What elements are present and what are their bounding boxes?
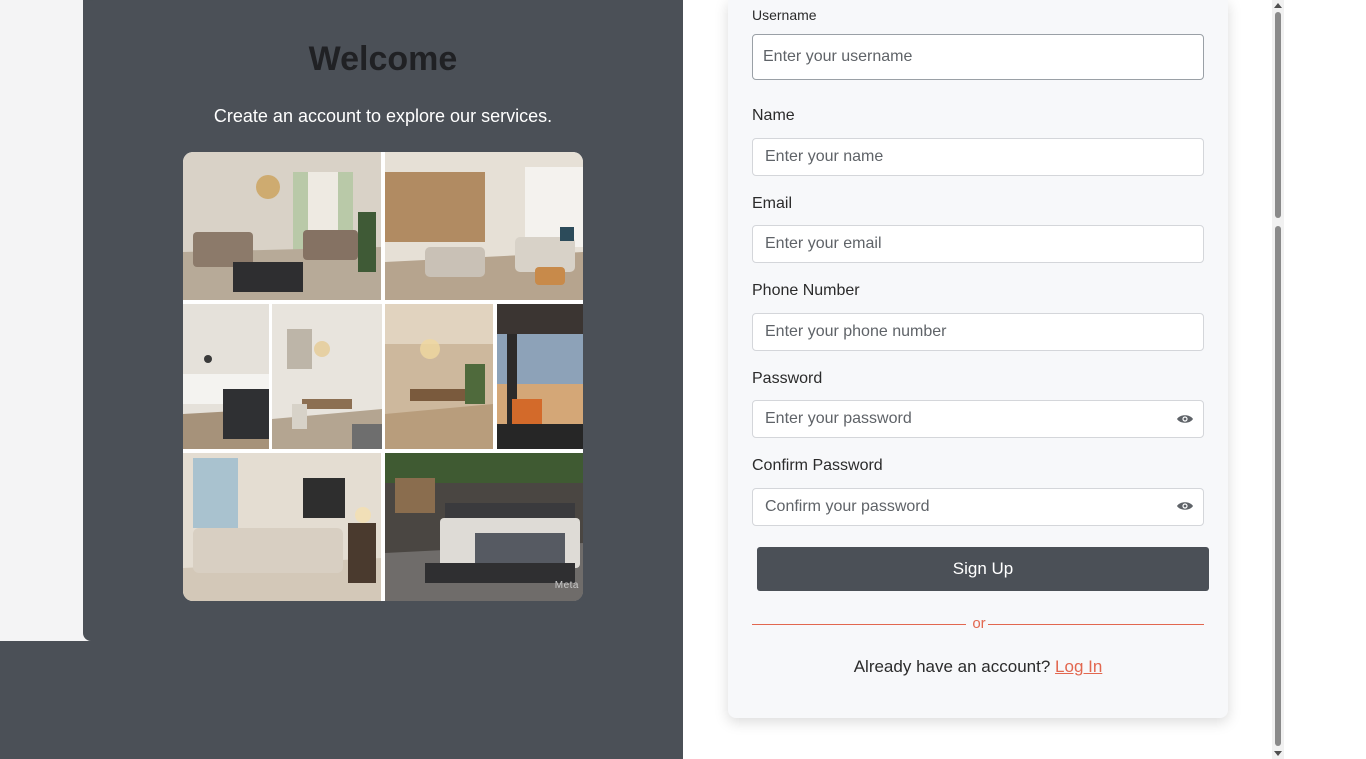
login-prompt-row: Already have an account? Log In <box>728 657 1228 677</box>
scrollbar-thumb-lower[interactable] <box>1275 226 1281 746</box>
password-label: Password <box>752 370 823 387</box>
email-label: Email <box>752 195 793 212</box>
log-in-link[interactable]: Log In <box>1055 657 1102 676</box>
kitchen-island-photo <box>183 304 269 449</box>
welcome-panel: Welcome Create an account to explore our… <box>83 0 683 641</box>
name-input[interactable] <box>752 138 1204 176</box>
scroll-down-arrow-icon[interactable] <box>1274 751 1282 756</box>
confirm-password-label: Confirm Password <box>752 457 883 474</box>
confirm-password-field <box>752 488 1204 526</box>
username-input[interactable] <box>752 34 1204 80</box>
bedroom-photo <box>385 453 583 601</box>
username-label: Username <box>752 7 817 23</box>
eye-icon[interactable] <box>1176 500 1194 512</box>
sign-up-button[interactable]: Sign Up <box>757 547 1209 591</box>
dining-room-photo <box>272 304 382 449</box>
living-room-photo <box>183 152 381 300</box>
kitchen-lounge-photo <box>385 152 583 300</box>
page-scrollbar[interactable] <box>1272 0 1284 759</box>
password-input[interactable] <box>752 400 1204 438</box>
confirm-password-input[interactable] <box>752 488 1204 526</box>
scrollbar-thumb[interactable] <box>1275 12 1281 218</box>
panel-corner <box>83 0 99 16</box>
eye-icon[interactable] <box>1176 413 1194 425</box>
meta-watermark: Meta <box>554 580 579 591</box>
warm-dining-photo <box>385 304 493 449</box>
phone-input[interactable] <box>752 313 1204 351</box>
page-footer-band <box>0 641 683 759</box>
divider-text: or <box>972 615 986 632</box>
login-prompt-text: Already have an account? <box>853 657 1051 676</box>
scroll-up-arrow-icon[interactable] <box>1274 3 1282 8</box>
name-label: Name <box>752 107 795 124</box>
divider-line-left <box>752 624 966 625</box>
sectional-sofa-photo <box>183 453 381 601</box>
welcome-subtitle: Create an account to explore our service… <box>213 106 553 126</box>
signup-form-card: Username Name Email Phone Number Passwor… <box>728 0 1228 718</box>
welcome-title: Welcome <box>308 40 458 78</box>
terrace-dusk-photo <box>497 304 583 449</box>
password-field <box>752 400 1204 438</box>
interior-photo-collage: Meta <box>183 152 583 601</box>
divider-line-right <box>988 624 1204 625</box>
phone-label: Phone Number <box>752 282 860 299</box>
email-input[interactable] <box>752 225 1204 263</box>
or-divider: or <box>752 614 1204 634</box>
